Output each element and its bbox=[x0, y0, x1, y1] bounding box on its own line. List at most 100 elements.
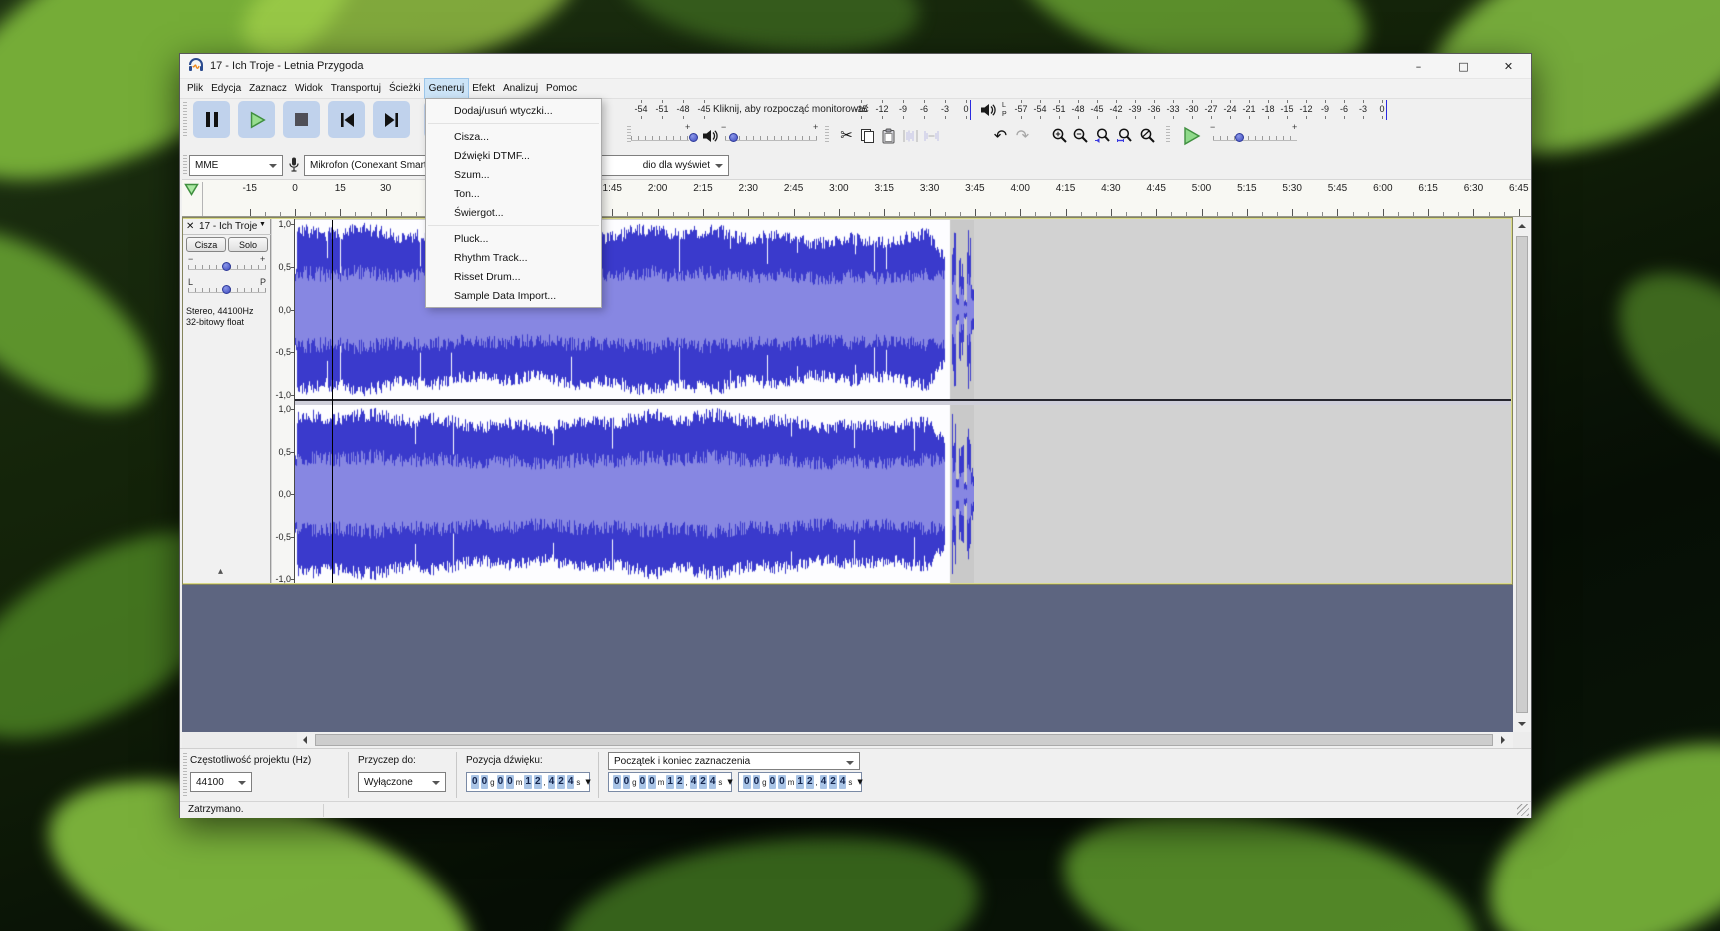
audio-position-field[interactable]: 00g00m12,424s▼ bbox=[466, 772, 590, 792]
play-speed-slider[interactable] bbox=[1213, 136, 1297, 141]
menubar-item-analizuj[interactable]: Analizuj bbox=[499, 79, 542, 98]
cut-button[interactable]: ✂ bbox=[836, 125, 857, 146]
track-menu-icon[interactable]: ▼ bbox=[259, 221, 266, 228]
fit-project-button[interactable] bbox=[1114, 125, 1135, 146]
timeline-ruler[interactable]: -1501530451:001:151:301:452:002:152:302:… bbox=[182, 179, 1531, 217]
stop-button[interactable] bbox=[283, 101, 320, 138]
solo-button[interactable]: Solo bbox=[228, 237, 268, 252]
toolbar-grip[interactable] bbox=[183, 155, 187, 175]
menubar-item-ścieżki[interactable]: Ścieżki bbox=[385, 79, 425, 98]
scroll-left-button[interactable] bbox=[297, 732, 313, 748]
scroll-right-button[interactable] bbox=[1495, 732, 1511, 748]
scroll-up-button[interactable] bbox=[1513, 217, 1531, 234]
menu-item--wiergot-[interactable]: Świergot... bbox=[426, 203, 601, 222]
play-button[interactable] bbox=[238, 101, 275, 138]
menu-item-risset-drum-[interactable]: Risset Drum... bbox=[426, 267, 601, 286]
menu-item-d-wi-ki-dtmf-[interactable]: Dźwięki DTMF... bbox=[426, 146, 601, 165]
selection-range-mode-dropdown[interactable]: Początek i koniec zaznaczenia bbox=[608, 752, 860, 770]
play-speed-thumb[interactable] bbox=[1235, 133, 1244, 142]
menu-item-cisza-[interactable]: Cisza... bbox=[426, 127, 601, 146]
silence-audio-button[interactable] bbox=[921, 125, 942, 146]
selection-end-field[interactable]: 00g00m12,424s▼ bbox=[738, 772, 862, 792]
skip-to-start-button[interactable] bbox=[328, 101, 365, 138]
menubar-item-efekt[interactable]: Efekt bbox=[468, 79, 499, 98]
trim-audio-button[interactable] bbox=[900, 125, 921, 146]
toolbar-grip[interactable] bbox=[627, 126, 631, 144]
toolbar-grip[interactable] bbox=[183, 753, 187, 797]
toolbar-grip[interactable] bbox=[1166, 126, 1170, 144]
audio-host-dropdown[interactable]: MME bbox=[189, 155, 283, 176]
horizontal-scrollbar-thumb[interactable] bbox=[315, 734, 1493, 746]
pinned-playhead-icon[interactable] bbox=[184, 183, 199, 197]
recording-volume-thumb[interactable] bbox=[689, 133, 698, 142]
time-unit: m bbox=[658, 778, 665, 787]
meter-tick bbox=[1211, 116, 1212, 119]
playback-volume-slider[interactable] bbox=[725, 136, 817, 141]
menubar-item-widok[interactable]: Widok bbox=[291, 79, 327, 98]
playback-meter-speaker-icon[interactable] bbox=[979, 101, 997, 119]
zoom-in-button[interactable] bbox=[1049, 125, 1070, 146]
pan-slider-thumb[interactable] bbox=[222, 285, 231, 294]
vertical-scrollbar-thumb[interactable] bbox=[1516, 236, 1528, 713]
time-field-spinner[interactable]: ▼ bbox=[585, 778, 590, 786]
menubar-item-plik[interactable]: Plik bbox=[183, 79, 207, 98]
snap-to-dropdown[interactable]: Wyłączone bbox=[358, 772, 446, 792]
menubar-item-generuj[interactable]: Generuj bbox=[425, 79, 469, 98]
time-field-spinner[interactable]: ▼ bbox=[727, 778, 732, 786]
waveform-channel-right[interactable] bbox=[295, 405, 974, 583]
toolbar-grip[interactable] bbox=[183, 102, 187, 136]
paste-button[interactable] bbox=[878, 125, 899, 146]
selection-start-field[interactable]: 00g00m12,424s▼ bbox=[608, 772, 732, 792]
meter-tick bbox=[704, 100, 705, 103]
maximize-button[interactable]: □ bbox=[1441, 54, 1486, 78]
meter-tick bbox=[1363, 116, 1364, 119]
timeline-label: 6:30 bbox=[1464, 183, 1483, 194]
copy-button[interactable] bbox=[857, 125, 878, 146]
track-empty-area[interactable] bbox=[974, 220, 1511, 399]
title-bar[interactable]: 17 - Ich Troje - Letnia Przygoda – □ ✕ bbox=[180, 54, 1531, 79]
track-empty-area[interactable] bbox=[974, 405, 1511, 583]
undo-button[interactable]: ↶ bbox=[990, 125, 1011, 146]
close-button[interactable]: ✕ bbox=[1486, 54, 1531, 78]
zoom-toggle-button[interactable] bbox=[1137, 125, 1158, 146]
menubar-item-transportuj[interactable]: Transportuj bbox=[327, 79, 385, 98]
menubar-item-pomoc[interactable]: Pomoc bbox=[542, 79, 581, 98]
undo-icon: ↶ bbox=[994, 128, 1007, 144]
zoom-to-selection-button[interactable] bbox=[1092, 125, 1113, 146]
skip-to-end-button[interactable] bbox=[373, 101, 410, 138]
menubar-item-zaznacz[interactable]: Zaznacz bbox=[245, 79, 291, 98]
redo-button[interactable]: ↷ bbox=[1012, 125, 1033, 146]
pause-button[interactable] bbox=[193, 101, 230, 138]
monitoring-message[interactable]: Kliknij, aby rozpocząć monitorować bbox=[713, 104, 869, 115]
menu-item-rhythm-track-[interactable]: Rhythm Track... bbox=[426, 248, 601, 267]
minimize-button[interactable]: – bbox=[1396, 54, 1441, 78]
time-field-spinner[interactable]: ▼ bbox=[857, 778, 862, 786]
menu-item-ton-[interactable]: Ton... bbox=[426, 184, 601, 203]
toolbar-grip[interactable] bbox=[825, 126, 829, 144]
time-unit: g bbox=[490, 778, 494, 787]
menubar-item-edycja[interactable]: Edycja bbox=[207, 79, 245, 98]
tracks-background[interactable] bbox=[182, 585, 1513, 732]
meter-tick bbox=[1382, 116, 1383, 119]
track-close-icon[interactable]: ✕ bbox=[186, 221, 194, 232]
track-title[interactable]: 17 - Ich Troje bbox=[199, 221, 257, 232]
menu-item-sample-data-import-[interactable]: Sample Data Import... bbox=[426, 286, 601, 305]
waveform-channel-left[interactable] bbox=[295, 220, 974, 399]
gain-slider-thumb[interactable] bbox=[222, 262, 231, 271]
zoom-out-button[interactable] bbox=[1070, 125, 1091, 146]
recording-volume-slider[interactable] bbox=[631, 136, 689, 141]
project-rate-dropdown[interactable]: 44100 bbox=[190, 772, 252, 792]
track-control-panel[interactable] bbox=[183, 219, 271, 583]
amplitude-scale-label: 1,0 bbox=[278, 404, 291, 414]
menu-item-pluck-[interactable]: Pluck... bbox=[426, 229, 601, 248]
gain-min-label: − bbox=[188, 254, 193, 264]
menu-item-dodaj-usu-wtyczki-[interactable]: Dodaj/usuń wtyczki... bbox=[426, 101, 601, 120]
scroll-down-button[interactable] bbox=[1513, 715, 1531, 732]
window-resize-grip[interactable] bbox=[1517, 804, 1529, 816]
track-collapse-icon[interactable]: ▴ bbox=[218, 566, 223, 577]
meter-scale-value: 0 bbox=[963, 104, 968, 114]
play-at-speed-button[interactable] bbox=[1180, 125, 1201, 146]
mute-button[interactable]: Cisza bbox=[186, 237, 226, 252]
menu-item-szum-[interactable]: Szum... bbox=[426, 165, 601, 184]
playback-volume-thumb[interactable] bbox=[729, 133, 738, 142]
